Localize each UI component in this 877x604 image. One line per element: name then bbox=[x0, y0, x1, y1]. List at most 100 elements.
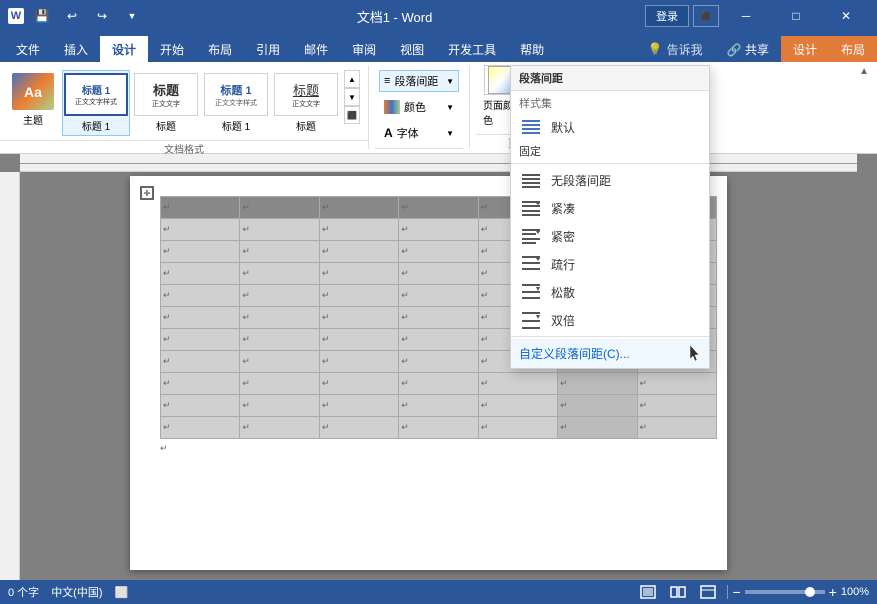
status-bar: 0 个字 中文(中国) ⬜ − bbox=[0, 580, 877, 604]
spacing-none-icon bbox=[519, 170, 543, 190]
ruler-left bbox=[0, 172, 20, 580]
para-spacing-arrow: ▼ bbox=[446, 77, 454, 86]
move-handle[interactable]: ✛ bbox=[140, 186, 154, 200]
tab-mail[interactable]: 邮件 bbox=[292, 36, 340, 62]
dropdown-item-default[interactable]: 默认 bbox=[511, 113, 709, 141]
style-subtitle-btn[interactable]: 标题 1 正文文字样式 标题 1 bbox=[202, 70, 270, 136]
cursor-pointer-icon bbox=[687, 345, 701, 368]
theme-label: 主题 bbox=[23, 112, 43, 127]
style4-btn[interactable]: 标题 正文文字 标题 bbox=[272, 70, 340, 136]
style-scroll-more[interactable]: ⬛ bbox=[344, 106, 360, 124]
style-title-btn[interactable]: 标题 正文文字 标题 bbox=[132, 70, 200, 136]
tab-home[interactable]: 开始 bbox=[148, 36, 196, 62]
colors-body: ≡ 段落间距 ▼ 颜色 ▼ A 字体 ▼ bbox=[375, 66, 463, 148]
minimize-button[interactable]: ─ bbox=[723, 0, 769, 32]
spacing-relaxed-icon bbox=[519, 282, 543, 302]
main-area: ✛ ↵ ↵ ↵ ↵ ↵ ↵ ↵ ↵ bbox=[0, 154, 877, 580]
fonts-label: 字体 bbox=[397, 125, 419, 141]
tab-review[interactable]: 审阅 bbox=[340, 36, 388, 62]
title-bar-right: 登录 ⬛ ─ □ ✕ bbox=[645, 0, 869, 32]
style1-preview: 标题 1 正文文字样式 bbox=[64, 73, 128, 116]
dropdown-item-open-label: 疏行 bbox=[551, 256, 575, 273]
dropdown-item-tight-label: 紧密 bbox=[551, 228, 575, 245]
title-bar: W 💾 ↩ ↪ ▼ 文档1 - Word 登录 ⬛ ─ □ ✕ bbox=[0, 0, 877, 32]
dropdown-item-double[interactable]: 双倍 bbox=[511, 306, 709, 334]
style-title1-btn[interactable]: 标题 1 正文文字样式 标题 1 bbox=[62, 70, 130, 136]
tab-design[interactable]: 设计 bbox=[100, 36, 148, 62]
read-mode-btn[interactable] bbox=[667, 583, 689, 601]
status-left: 0 个字 中文(中国) ⬜ bbox=[8, 584, 128, 600]
web-layout-btn[interactable] bbox=[697, 583, 719, 601]
dropdown-item-no-spacing-label: 无段落间距 bbox=[551, 172, 611, 189]
colors-fonts-label bbox=[375, 148, 463, 151]
print-layout-btn[interactable] bbox=[637, 583, 659, 601]
tab-layout[interactable]: 布局 bbox=[196, 36, 244, 62]
style-scroll-area: ▲ ▼ ⬛ bbox=[344, 70, 360, 124]
redo-qat-btn[interactable]: ↪ bbox=[90, 4, 114, 28]
dropdown-item-tight[interactable]: 紧密 bbox=[511, 222, 709, 250]
tab-file[interactable]: 文件 bbox=[4, 36, 52, 62]
dropdown-divider2 bbox=[511, 336, 709, 337]
login-button[interactable]: 登录 bbox=[645, 5, 689, 27]
zoom-in-btn[interactable]: + bbox=[829, 585, 837, 599]
tab-share[interactable]: 🔗 共享 bbox=[715, 36, 781, 62]
style4-label: 标题 bbox=[296, 118, 316, 133]
style2-label: 标题 bbox=[156, 118, 176, 133]
undo-qat-btn[interactable]: ↩ bbox=[60, 4, 84, 28]
dropdown-item-relaxed-label: 松散 bbox=[551, 284, 575, 301]
zoom-separator bbox=[727, 585, 728, 599]
style-scroll-down[interactable]: ▼ bbox=[344, 88, 360, 106]
cell-mark: ↵ bbox=[163, 202, 171, 212]
zoom-slider[interactable] bbox=[745, 590, 825, 594]
spacing-default-icon bbox=[519, 117, 543, 137]
fixed-label: 固定 bbox=[511, 141, 709, 161]
dropdown-item-custom[interactable]: 自定义段落间距(C)... bbox=[511, 339, 709, 368]
tab-tell: 💡 告诉我 bbox=[636, 36, 715, 62]
ribbon-collapse-arrow[interactable]: ▲ bbox=[859, 66, 869, 77]
para-mark-below-table: ↵ bbox=[160, 443, 717, 454]
ribbon-tabs: 文件 插入 设计 开始 布局 引用 邮件 审阅 视图 开发工具 帮助 💡 告诉我… bbox=[0, 32, 877, 62]
zoom-thumb bbox=[805, 587, 815, 597]
theme-button[interactable]: Aa 主题 bbox=[6, 70, 60, 130]
fonts-btn[interactable]: A 字体 ▼ bbox=[379, 122, 459, 144]
fonts-icon: A bbox=[384, 126, 393, 140]
ribbon: Aa 主题 标题 1 正文文字样式 标题 1 标题 正文文字 bbox=[0, 62, 877, 154]
dropdown-item-compact-label: 紧凑 bbox=[551, 200, 575, 217]
tab-view[interactable]: 视图 bbox=[388, 36, 436, 62]
colors-btn[interactable]: 颜色 ▼ bbox=[379, 96, 459, 118]
para-spacing-btn[interactable]: ≡ 段落间距 ▼ bbox=[379, 70, 459, 92]
tab-help[interactable]: 帮助 bbox=[508, 36, 556, 62]
zoom-out-btn[interactable]: − bbox=[732, 585, 740, 599]
ribbon-section-doc-formats: Aa 主题 标题 1 正文文字样式 标题 1 标题 正文文字 bbox=[0, 66, 369, 149]
dropdown-item-no-spacing[interactable]: 无段落间距 bbox=[511, 166, 709, 194]
ruler-top bbox=[20, 154, 857, 172]
tab-developer[interactable]: 开发工具 bbox=[436, 36, 508, 62]
dropdown-item-open[interactable]: 疏行 bbox=[511, 250, 709, 278]
ribbon-section-colors: ≡ 段落间距 ▼ 颜色 ▼ A 字体 ▼ bbox=[369, 66, 470, 149]
tab-layout2[interactable]: 布局 bbox=[829, 36, 877, 62]
colors-label: 颜色 bbox=[404, 99, 426, 115]
ribbon-collapse-btn[interactable]: ⬛ bbox=[693, 5, 719, 27]
tab-reference[interactable]: 引用 bbox=[244, 36, 292, 62]
dropdown-item-relaxed[interactable]: 松散 bbox=[511, 278, 709, 306]
qat-more-btn[interactable]: ▼ bbox=[120, 4, 144, 28]
style3-preview: 标题 1 正文文字样式 bbox=[204, 73, 268, 116]
style-scroll-up[interactable]: ▲ bbox=[344, 70, 360, 88]
fonts-arrow: ▼ bbox=[446, 129, 454, 138]
dropdown-item-compact[interactable]: 紧凑 bbox=[511, 194, 709, 222]
theme-icon: Aa bbox=[12, 73, 54, 110]
macro-icon: ⬜ bbox=[115, 586, 129, 599]
para-spacing-icon: ≡ bbox=[384, 75, 390, 87]
para-spacing-label: 段落间距 bbox=[394, 73, 438, 89]
maximize-button[interactable]: □ bbox=[773, 0, 819, 32]
doc-styles-body: Aa 主题 标题 1 正文文字样式 标题 1 标题 正文文字 bbox=[0, 66, 368, 140]
table-row: ↵ ↵ ↵ ↵ ↵ ↵ ↵ bbox=[161, 417, 717, 439]
language: 中文(中国) bbox=[51, 584, 102, 600]
lightbulb-icon: 💡 bbox=[648, 42, 663, 56]
spacing-compact-icon bbox=[519, 198, 543, 218]
save-qat-btn[interactable]: 💾 bbox=[30, 4, 54, 28]
close-button[interactable]: ✕ bbox=[823, 0, 869, 32]
cell-mark: ↵ bbox=[401, 202, 409, 212]
tab-design2[interactable]: 设计 bbox=[781, 36, 829, 62]
tab-insert[interactable]: 插入 bbox=[52, 36, 100, 62]
